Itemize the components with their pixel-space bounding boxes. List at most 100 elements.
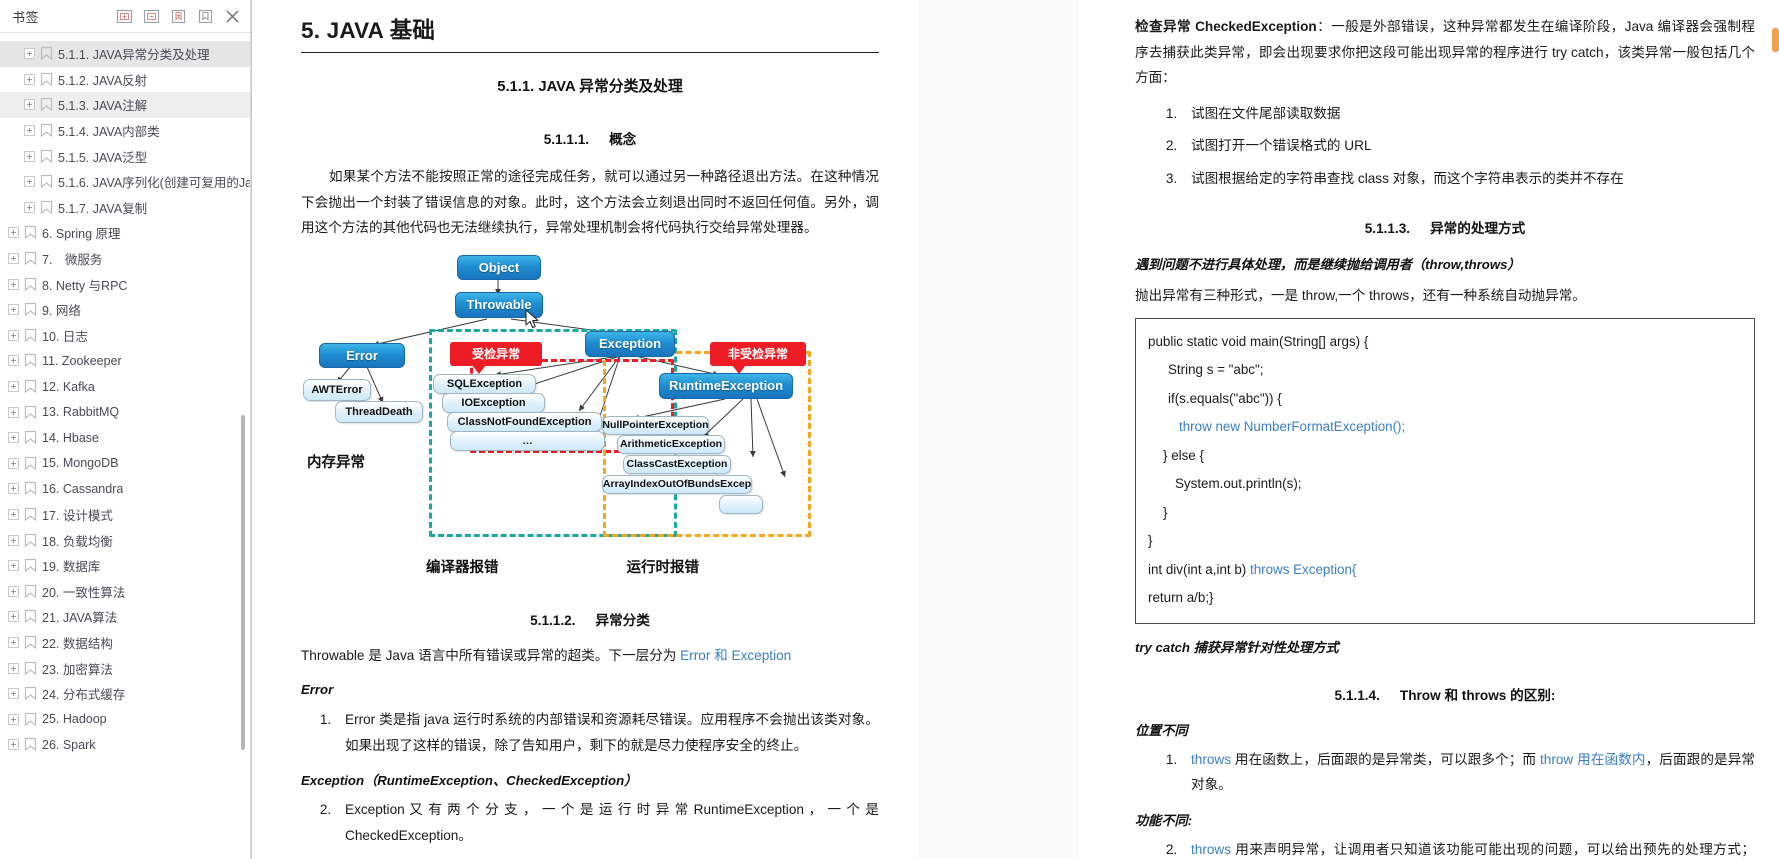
expand-toggle-icon[interactable] xyxy=(24,48,35,60)
sidebar-item-9[interactable]: 8. Netty 与RPC xyxy=(0,271,250,297)
expand-toggle-icon[interactable] xyxy=(24,125,35,137)
bookmark-icon xyxy=(24,302,37,317)
sidebar-item-25[interactable]: 24. 分布式缓存 xyxy=(0,681,250,707)
document-scrollbar-thumb[interactable] xyxy=(1772,28,1779,52)
paragraph-checked-exception: 检查异常 CheckedException：一般是外部错误，这种异常都发生在编译… xyxy=(1135,14,1755,91)
sidebar-item-26[interactable]: 25. Hadoop xyxy=(0,706,250,732)
sidebar-item-label: 6. Spring 原理 xyxy=(42,227,121,242)
expand-toggle-icon[interactable] xyxy=(8,560,19,572)
sidebar-item-4[interactable]: 5.1.5. JAVA泛型 xyxy=(0,143,250,169)
expand-toggle-icon[interactable] xyxy=(8,636,19,648)
code-line: } else { xyxy=(1163,447,1204,463)
expand-toggle-icon[interactable] xyxy=(8,381,19,393)
sidebar-item-label: 7. 微服务 xyxy=(42,253,103,268)
expand-toggle-icon[interactable] xyxy=(24,73,35,85)
sidebar-scrollbar-thumb[interactable] xyxy=(241,415,245,750)
emphasis-function-diff: 功能不同: xyxy=(1135,812,1193,828)
collapse-all-icon[interactable] xyxy=(143,8,160,25)
code-block-throw-example: public static void main(String[] args) {… xyxy=(1135,317,1755,624)
bookmarks-header: 书签 xyxy=(0,0,250,33)
expand-toggle-icon[interactable] xyxy=(8,508,19,520)
sidebar-item-23[interactable]: 22. 数据结构 xyxy=(0,630,250,656)
heading-concept: 5.1.1.1. 概念 xyxy=(301,128,879,148)
node-awterror: AWTError xyxy=(303,378,371,401)
kw-throw: throw xyxy=(1539,751,1574,767)
node-exception: Exception xyxy=(585,330,675,357)
sidebar-item-label: 20. 一致性算法 xyxy=(42,585,126,600)
bookmark-icon xyxy=(40,174,53,189)
bookmarks-list[interactable]: 5.1.1. JAVA异常分类及处理 5.1.2. JAVA反射 5.1.3. JA… xyxy=(0,33,250,859)
expand-toggle-icon[interactable] xyxy=(8,253,19,265)
bookmark-icon xyxy=(24,507,37,522)
expand-toggle-icon[interactable] xyxy=(8,457,19,469)
close-panel-icon[interactable] xyxy=(224,8,241,25)
sidebar-item-22[interactable]: 21. JAVA算法 xyxy=(0,604,250,630)
expand-toggle-icon[interactable] xyxy=(8,432,19,444)
sidebar-item-27[interactable]: 26. Spark xyxy=(0,732,250,758)
sidebar-item-2[interactable]: 5.1.3. JAVA注解 xyxy=(0,92,250,118)
expand-toggle-icon[interactable] xyxy=(8,688,19,700)
exception-hierarchy-diagram: Object Throwable Error Exception Runtime… xyxy=(295,251,835,551)
heading-concept-text: 概念 xyxy=(609,132,637,147)
sidebar-item-19[interactable]: 18. 负载均衡 xyxy=(0,527,250,553)
add-bookmark-icon[interactable] xyxy=(170,8,187,25)
bookmark-icon xyxy=(24,456,37,471)
sidebar-item-20[interactable]: 19. 数据库 xyxy=(0,553,250,579)
code-line: return a/b;} xyxy=(1148,590,1214,605)
bookmark-icon xyxy=(24,661,37,676)
badge-unchecked-label: 非受检异常 xyxy=(727,347,788,361)
sidebar-item-12[interactable]: 11. Zookeeper xyxy=(0,348,250,374)
bookmark-icon xyxy=(24,584,37,599)
sidebar-item-5[interactable]: 5.1.6. JAVA序列化(创建可复用的Java xyxy=(0,169,250,195)
sidebar-item-13[interactable]: 12. Kafka xyxy=(0,374,250,400)
sidebar-item-7[interactable]: 6. Spring 原理 xyxy=(0,220,250,246)
sidebar-item-18[interactable]: 17. 设计模式 xyxy=(0,502,250,528)
sidebar-item-10[interactable]: 9. 网络 xyxy=(0,297,250,323)
sidebar-item-21[interactable]: 20. 一致性算法 xyxy=(0,578,250,604)
expand-toggle-icon[interactable] xyxy=(8,304,19,316)
sidebar-item-label: 10. 日志 xyxy=(42,329,88,344)
heading-diff-text: Throw 和 throws 的区别: xyxy=(1399,687,1556,703)
expand-toggle-icon[interactable] xyxy=(8,406,19,418)
bookmark-icon xyxy=(24,328,37,343)
sidebar-item-3[interactable]: 5.1.4. JAVA内部类 xyxy=(0,118,250,144)
expand-toggle-icon[interactable] xyxy=(8,355,19,367)
expand-toggle-icon[interactable] xyxy=(24,150,35,162)
sidebar-item-24[interactable]: 23. 加密算法 xyxy=(0,655,250,681)
expand-toggle-icon[interactable] xyxy=(8,534,19,546)
sidebar-item-11[interactable]: 10. 日志 xyxy=(0,323,250,349)
expand-toggle-icon[interactable] xyxy=(24,176,35,188)
expand-toggle-icon[interactable] xyxy=(8,227,19,239)
node-sqlexception: SQLException xyxy=(433,373,536,394)
code-line: throw new NumberFormatException(); xyxy=(1179,419,1406,434)
sidebar-item-6[interactable]: 5.1.7. JAVA复制 xyxy=(0,195,250,221)
link-three-throw-forms[interactable]: 抛出异常有三种形式，一是 throw,一个 throws，还有一种系统自动抛异常… xyxy=(1135,283,1755,309)
document-viewport[interactable]: 5. JAVA 基础 5.1.1. JAVA 异常分类及处理 5.1.1.1. 概… xyxy=(251,0,1779,859)
list-function-diff: throws 用来声明异常，让调用者只知道该功能可能出现的问题，可以给出预先的处… xyxy=(1135,837,1755,859)
expand-toggle-icon[interactable] xyxy=(24,99,35,111)
sidebar-item-15[interactable]: 14. Hbase xyxy=(0,425,250,451)
sidebar-item-0[interactable]: 5.1.1. JAVA异常分类及处理 xyxy=(0,41,250,67)
bookmark-icon xyxy=(24,686,37,701)
expand-toggle-icon[interactable] xyxy=(8,278,19,290)
expand-all-icon[interactable] xyxy=(116,8,133,25)
expand-toggle-icon[interactable] xyxy=(8,483,19,495)
heading-handling-number: 5.1.1.3. xyxy=(1364,221,1411,236)
sidebar-item-16[interactable]: 15. MongoDB xyxy=(0,451,250,477)
expand-toggle-icon[interactable] xyxy=(8,713,19,725)
expand-toggle-icon[interactable] xyxy=(24,201,35,213)
sidebar-item-17[interactable]: 16. Cassandra xyxy=(0,476,250,502)
sidebar-item-14[interactable]: 13. RabbitMQ xyxy=(0,399,250,425)
bookmark-icon xyxy=(24,609,37,624)
list-checked-cases: 试图在文件尾部读取数据 试图打开一个错误格式的 URL 试图根据给定的字符串查找… xyxy=(1135,101,1755,192)
sidebar-item-1[interactable]: 5.1.2. JAVA反射 xyxy=(0,67,250,93)
remove-bookmark-icon[interactable] xyxy=(197,8,214,25)
expand-toggle-icon[interactable] xyxy=(8,662,19,674)
expand-toggle-icon[interactable] xyxy=(8,585,19,597)
sidebar-item-8[interactable]: 7. 微服务 xyxy=(0,246,250,272)
link-error-exception[interactable]: Error 和 Exception xyxy=(680,648,791,663)
checked-exception-term: 检查异常 CheckedException xyxy=(1135,19,1317,34)
expand-toggle-icon[interactable] xyxy=(8,611,19,623)
expand-toggle-icon[interactable] xyxy=(8,739,19,751)
expand-toggle-icon[interactable] xyxy=(8,329,19,341)
